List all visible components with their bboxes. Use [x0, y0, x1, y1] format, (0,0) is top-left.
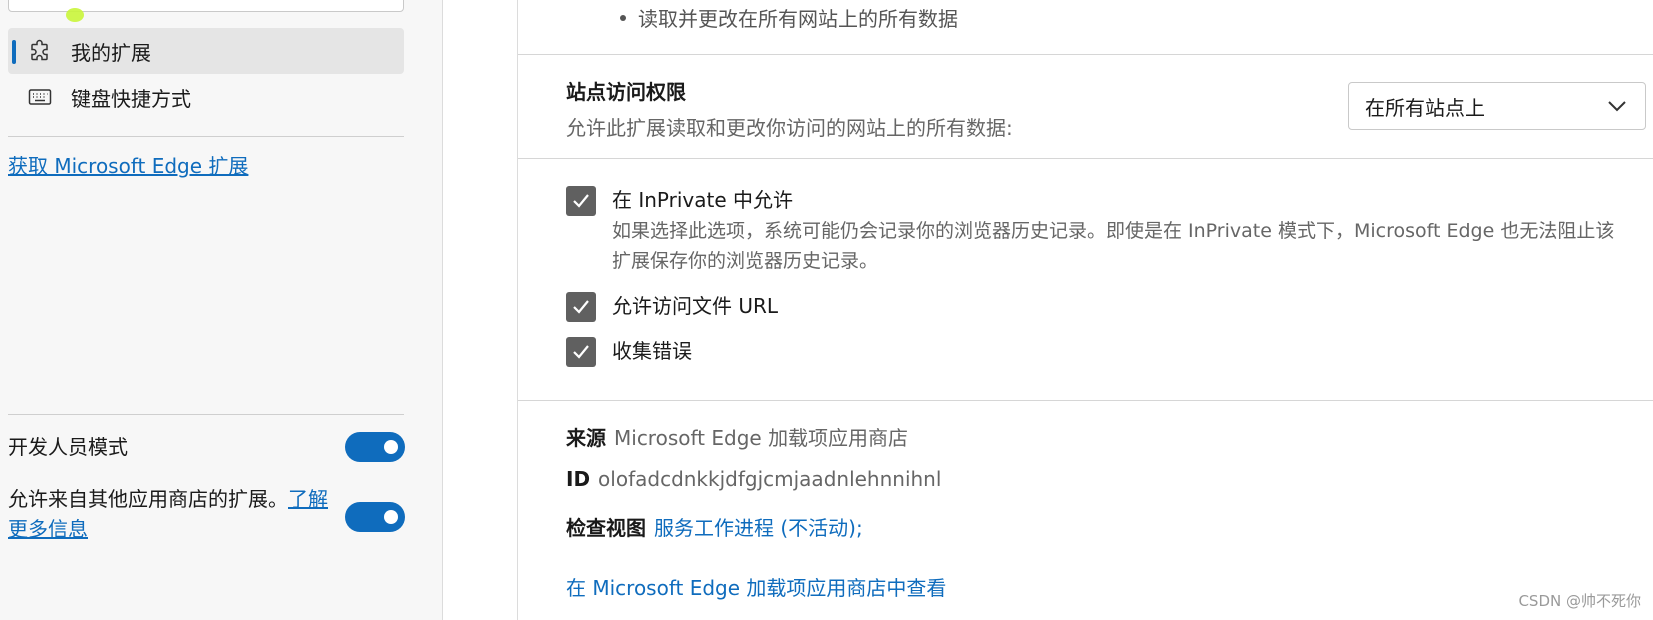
id-value: olofadcdnkkjdfgjcmjaadnlehnnihnl	[598, 467, 942, 491]
sidebar-item-label: 我的扩展	[71, 41, 151, 65]
checkmark-icon	[573, 345, 589, 359]
site-access-dropdown[interactable]: 在所有站点上	[1348, 82, 1646, 130]
checkmark-icon	[573, 194, 589, 208]
cursor-highlight	[66, 8, 84, 22]
option-file-urls: 允许访问文件 URL	[566, 292, 778, 322]
active-indicator	[12, 40, 16, 64]
permission-text: 读取并更改在所有网站上的所有数据	[638, 7, 958, 31]
sidebar-item-label: 键盘快捷方式	[71, 87, 191, 111]
extension-details-panel: 读取并更改在所有网站上的所有数据 站点访问权限 允许此扩展读取和更改你访问的网站…	[517, 0, 1653, 620]
inprivate-checkbox[interactable]	[566, 186, 596, 216]
collect-errors-checkbox[interactable]	[566, 337, 596, 367]
option-inprivate: 在 InPrivate 中允许 如果选择此选项，系统可能仍会记录你的浏览器历史记…	[566, 186, 1632, 276]
section-divider	[518, 400, 1653, 401]
keyboard-icon	[28, 85, 52, 109]
developer-mode-toggle[interactable]	[345, 432, 405, 462]
view-in-store-link[interactable]: 在 Microsoft Edge 加载项应用商店中查看	[566, 572, 946, 601]
sidebar-divider	[8, 136, 404, 137]
option-label: 允许访问文件 URL	[612, 294, 779, 318]
chevron-down-icon	[1608, 101, 1626, 112]
option-text: 在 InPrivate 中允许 如果选择此选项，系统可能仍会记录你的浏览器历史记…	[612, 186, 1632, 276]
section-divider	[518, 54, 1653, 55]
option-label: 在 InPrivate 中允许	[612, 188, 794, 212]
file-urls-checkbox[interactable]	[566, 292, 596, 322]
inspect-views-label: 检查视图	[566, 516, 646, 540]
sidebar: 我的扩展 键盘快捷方式 获取 Microsoft Edge 扩展 开发人员模式	[0, 0, 443, 620]
inspect-views-row: 检查视图 服务工作进程 (不活动);	[566, 512, 863, 541]
allow-other-stores-text: 允许来自其他应用商店的扩展。	[8, 487, 288, 511]
source-label: 来源	[566, 426, 606, 450]
get-extensions-link[interactable]: 获取 Microsoft Edge 扩展	[8, 150, 248, 179]
watermark: CSDN @帅不死你	[1518, 592, 1641, 610]
developer-mode-label: 开发人员模式	[8, 435, 128, 459]
option-label: 收集错误	[612, 339, 692, 363]
sidebar-item-keyboard-shortcuts[interactable]: 键盘快捷方式	[8, 74, 404, 120]
id-label: ID	[566, 467, 591, 491]
toggle-knob	[384, 440, 398, 454]
site-access-selected: 在所有站点上	[1365, 95, 1485, 120]
site-access-title: 站点访问权限	[566, 80, 686, 104]
option-collect-errors: 收集错误	[566, 337, 692, 367]
source-row: 来源 Microsoft Edge 加载项应用商店	[566, 422, 908, 451]
sidebar-divider	[8, 414, 404, 415]
id-row: ID olofadcdnkkjdfgjcmjaadnlehnnihnl	[566, 467, 941, 491]
extension-details-page: 我的扩展 键盘快捷方式 获取 Microsoft Edge 扩展 开发人员模式	[0, 0, 1653, 620]
sidebar-item-my-extensions[interactable]: 我的扩展	[8, 28, 404, 74]
allow-other-stores-label: 允许来自其他应用商店的扩展。了解更多信息	[8, 484, 328, 544]
source-value: Microsoft Edge 加载项应用商店	[614, 426, 909, 450]
allow-other-stores-toggle[interactable]	[345, 502, 405, 532]
service-worker-link[interactable]: 服务工作进程 (不活动);	[654, 516, 863, 540]
toggle-knob	[384, 510, 398, 524]
site-access-description: 允许此扩展读取和更改你访问的网站上的所有数据:	[566, 116, 1013, 140]
checkmark-icon	[573, 300, 589, 314]
puzzle-icon	[28, 39, 52, 63]
bullet-icon	[620, 14, 626, 21]
option-description: 如果选择此选项，系统可能仍会记录你的浏览器历史记录。即使是在 InPrivate…	[612, 220, 1615, 272]
section-divider	[518, 158, 1653, 159]
permission-item: 读取并更改在所有网站上的所有数据	[600, 3, 958, 32]
